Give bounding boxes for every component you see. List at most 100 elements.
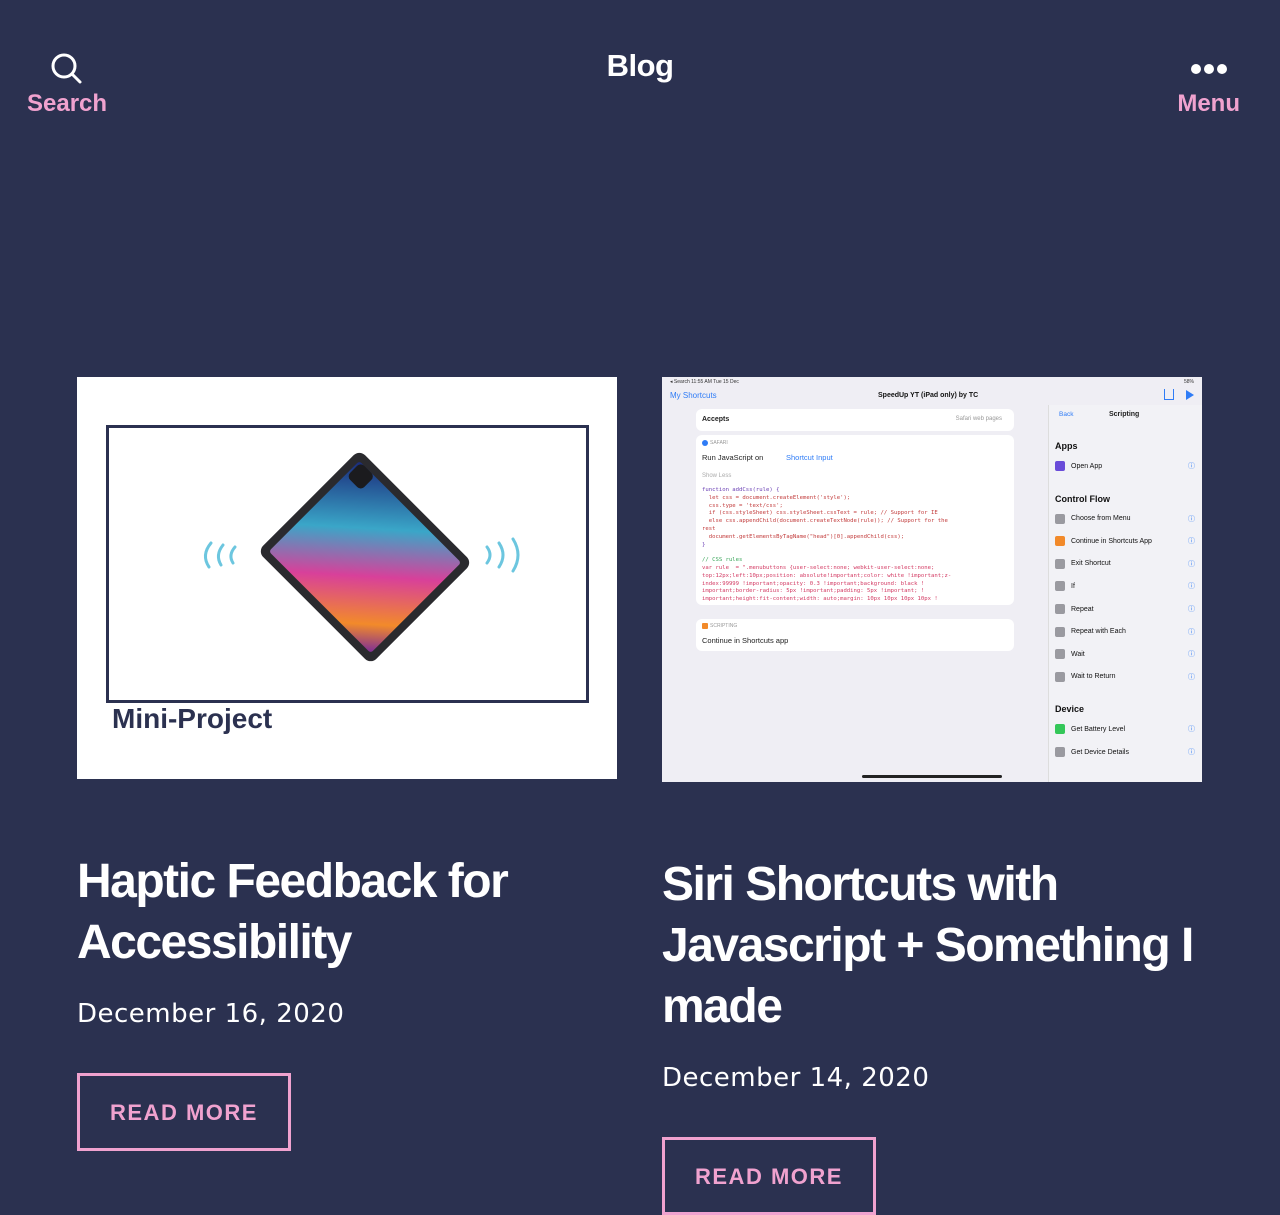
action-icon — [1055, 461, 1065, 471]
site-title[interactable]: Blog — [0, 48, 1280, 84]
action-label: Open App — [1071, 462, 1103, 470]
status-bar-right: 58% — [1183, 379, 1194, 385]
post-date: December 16, 2020 — [77, 999, 345, 1029]
action-icon — [1055, 649, 1065, 660]
action-icon — [1055, 558, 1065, 569]
safari-icon — [702, 440, 708, 446]
run-js-panel: SAFARI Run JavaScript on Shortcut Input … — [696, 435, 1014, 605]
sidebar-action-item: Get Device Details ⓘ — [1055, 747, 1197, 757]
sidebar-action-item: Get Battery Level ⓘ — [1055, 724, 1197, 735]
thumbnail-caption: Mini-Project — [112, 703, 273, 734]
post-card: ◂ Search 11:55 AM Tue 15 Dec 58% My Shor… — [662, 377, 1202, 1215]
sidebar-action-item: Exit Shortcut ⓘ — [1055, 558, 1197, 569]
more-dots-icon — [1190, 48, 1228, 90]
sidebar-back: Back — [1059, 411, 1074, 418]
sidebar-section-title: Device — [1055, 704, 1085, 715]
action-icon — [1055, 536, 1065, 547]
accepts-value: Safari web pages — [955, 416, 1002, 422]
post-title[interactable]: Haptic Feedback for Accessibility — [77, 851, 617, 973]
home-indicator — [862, 775, 1002, 778]
post-card: Mini-Project Haptic Feedback for Accessi… — [77, 377, 617, 1151]
sidebar-action-item: Wait ⓘ — [1055, 649, 1197, 660]
info-icon: ⓘ — [1188, 606, 1195, 613]
code-line: rest — [702, 525, 716, 532]
scripting-icon — [702, 623, 708, 629]
action-icon — [1055, 724, 1065, 735]
code-line: // CSS rules — [702, 557, 743, 564]
info-icon: ⓘ — [1188, 560, 1195, 568]
site-header: Search Blog Menu — [0, 0, 1280, 140]
action-icon — [1055, 581, 1065, 592]
action-icon — [1055, 671, 1065, 682]
action-label: Continue in Shortcuts App — [1071, 537, 1152, 545]
menu-button[interactable]: Menu — [1177, 48, 1240, 118]
info-icon: ⓘ — [1188, 583, 1195, 591]
safari-tag: SAFARI — [710, 440, 728, 446]
info-icon: ⓘ — [1188, 538, 1195, 546]
action-label: Wait — [1071, 650, 1085, 658]
share-icon — [1164, 389, 1174, 400]
code-line: important;border-radius: 5px !important;… — [702, 588, 925, 595]
info-icon: ⓘ — [1188, 726, 1195, 734]
action-icon — [1055, 747, 1065, 757]
action-label: Choose from Menu — [1071, 515, 1131, 523]
post-title[interactable]: Siri Shortcuts with Javascript + Somethi… — [662, 854, 1202, 1037]
status-bar-left: ◂ Search 11:55 AM Tue 15 Dec — [670, 379, 739, 385]
sidebar-action-item: Continue in Shortcuts App ⓘ — [1055, 536, 1197, 547]
sidebar-section-title: Control Flow — [1055, 493, 1110, 504]
scripting-panel: SCRIPTING Continue in Shortcuts app — [696, 619, 1014, 651]
action-icon — [1055, 626, 1065, 637]
action-label: Repeat with Each — [1071, 628, 1126, 636]
ipad-haptic-illustration — [204, 452, 520, 662]
code-line: } — [702, 541, 706, 548]
scripting-tag: SCRIPTING — [710, 623, 738, 629]
info-icon: ⓘ — [1188, 749, 1195, 756]
actions-sidebar: Back Scripting Apps Open App ⓘ Control Flow… — [1048, 405, 1202, 782]
info-icon: ⓘ — [1188, 651, 1195, 659]
action-label: If — [1071, 582, 1075, 590]
search-label: Search — [27, 90, 108, 117]
code-line: important;height:fit-content;width: auto… — [702, 596, 938, 603]
accepts-label: Accepts — [702, 416, 730, 423]
code-line: function addCss(rule) { — [702, 487, 780, 493]
shortcut-title: SpeedUp YT (iPad only) by TC — [878, 392, 979, 399]
action-label: Repeat — [1071, 605, 1094, 613]
continue-label: Continue in Shortcuts app — [702, 636, 789, 645]
action-label: Get Battery Level — [1071, 725, 1126, 733]
info-icon: ⓘ — [1188, 673, 1195, 681]
info-icon: ⓘ — [1188, 515, 1195, 523]
action-label: Wait to Return — [1071, 673, 1116, 681]
nav-back-link: My Shortcuts — [670, 391, 717, 400]
code-line: index:99999 !important;opacity: 0.3 !imp… — [702, 580, 925, 587]
play-icon — [1186, 390, 1194, 400]
code-line: top:12px;left:10px;position: absolute!im… — [702, 572, 952, 579]
post-thumbnail[interactable]: Mini-Project — [77, 377, 617, 779]
action-icon — [1055, 513, 1065, 524]
info-icon: ⓘ — [1188, 463, 1195, 470]
action-label: Exit Shortcut — [1071, 560, 1111, 568]
shortcut-input-token: Shortcut Input — [786, 453, 833, 462]
code-line: else css.appendChild(document.createText… — [702, 518, 948, 525]
read-more-button[interactable]: READ MORE — [77, 1073, 291, 1151]
show-less: Show Less — [702, 473, 732, 479]
sidebar-action-item: Open App ⓘ — [1055, 461, 1197, 471]
sidebar-action-item: If ⓘ — [1055, 581, 1197, 592]
code-line: if (css.styleSheet) css.styleSheet.cssTe… — [702, 510, 938, 517]
code-line: var rule = ".menubuttons {user-select:no… — [702, 564, 935, 571]
sidebar-title: Scripting — [1109, 411, 1140, 418]
code-line: let css = document.createElement('style'… — [702, 494, 851, 501]
sidebar-action-item: Repeat with Each ⓘ — [1055, 626, 1197, 637]
sidebar-action-item: Choose from Menu ⓘ — [1055, 513, 1197, 524]
sidebar-action-item: Repeat ⓘ — [1055, 604, 1197, 614]
menu-label: Menu — [1177, 90, 1240, 117]
run-js-label: Run JavaScript on — [702, 453, 764, 462]
code-line: document.getElementsByTagName("head")[0]… — [702, 533, 905, 540]
action-icon — [1055, 604, 1065, 614]
post-thumbnail[interactable]: ◂ Search 11:55 AM Tue 15 Dec 58% My Shor… — [662, 377, 1202, 782]
accepts-panel: Accepts Safari web pages — [696, 409, 1014, 431]
read-more-button[interactable]: READ MORE — [662, 1137, 876, 1215]
post-date: December 14, 2020 — [662, 1063, 930, 1093]
code-line: css.type = 'text/css'; — [702, 502, 783, 509]
sidebar-action-item: Wait to Return ⓘ — [1055, 671, 1197, 682]
